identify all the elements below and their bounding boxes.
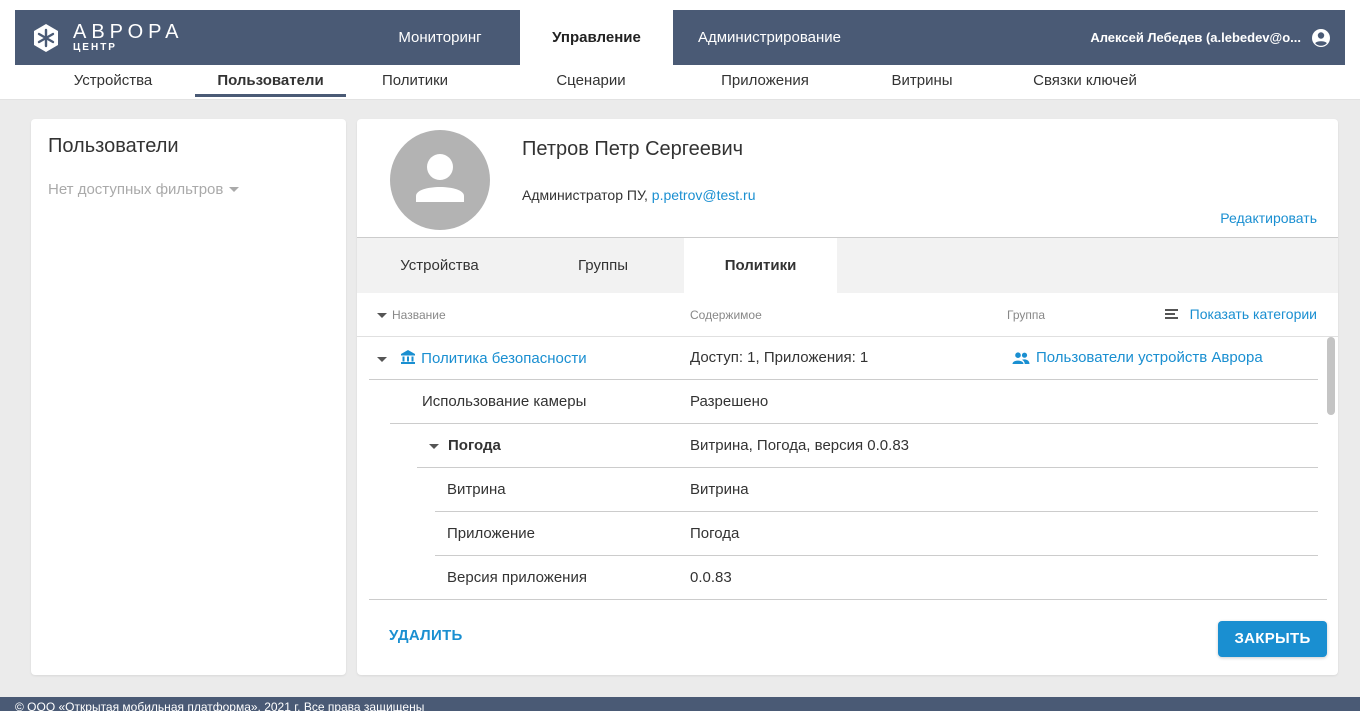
expand-icon[interactable] [377, 356, 387, 362]
avatar [390, 130, 490, 230]
user-role-text: Администратор ПУ, [522, 187, 648, 203]
group-icon [1012, 351, 1030, 364]
brand-logo[interactable]: АВРОРА ЦЕНТР [15, 10, 360, 65]
nav-management[interactable]: Управление [520, 10, 673, 65]
delete-button[interactable]: УДАЛИТЬ [389, 627, 463, 644]
user-email-link[interactable]: p.petrov@test.ru [652, 187, 756, 203]
table-scrollbar[interactable] [1327, 337, 1335, 415]
bank-icon [401, 350, 416, 364]
user-name: Алексей Лебедев (a.lebedev@o... [1090, 30, 1301, 45]
row-name: Использование камеры [422, 393, 587, 410]
column-group-header: Группа [1007, 308, 1046, 322]
subnav-devices[interactable]: Устройства [48, 65, 178, 97]
aurora-logo-icon [31, 23, 61, 53]
sort-down-icon [377, 313, 387, 319]
user-detail-card: Петров Петр Сергеевич Администратор ПУ, … [357, 119, 1338, 675]
row-content: Погода [690, 525, 740, 542]
person-icon [416, 154, 464, 202]
subnav-showcases[interactable]: Витрины [872, 65, 972, 97]
row-name: Версия приложения [447, 569, 587, 586]
edit-button[interactable]: Редактировать [1220, 210, 1317, 226]
subnav-scenarios[interactable]: Сценарии [536, 65, 646, 97]
show-categories-label: Показать категории [1189, 306, 1317, 322]
sub-nav: Устройства Пользователи Политики Сценари… [0, 65, 1360, 100]
column-name-header[interactable]: Название [377, 308, 446, 322]
column-content-header: Содержимое [690, 308, 762, 322]
row-content: 0.0.83 [690, 569, 732, 586]
user-role: Администратор ПУ, p.petrov@test.ru [522, 187, 755, 203]
show-categories-button[interactable]: Показать категории [1164, 306, 1317, 322]
subnav-applications[interactable]: Приложения [695, 65, 835, 97]
chevron-down-icon [229, 187, 240, 192]
table-row[interactable]: Политика безопасности Доступ: 1, Приложе… [369, 337, 1318, 380]
table-row: Витрина Витрина [435, 469, 1318, 512]
user-full-name: Петров Петр Сергеевич [522, 138, 744, 160]
policies-table: Политика безопасности Доступ: 1, Приложе… [357, 337, 1338, 599]
row-content: Разрешено [690, 393, 769, 410]
nav-monitoring[interactable]: Мониторинг [360, 10, 520, 65]
row-name: Погода [429, 437, 501, 454]
top-header: АВРОРА ЦЕНТР Мониторинг Управление Админ… [0, 0, 1360, 65]
expand-icon[interactable] [429, 443, 439, 449]
close-button[interactable]: ЗАКРЫТЬ [1218, 621, 1327, 657]
detail-tabs: Устройства Группы Политики [357, 237, 1338, 294]
divider [369, 599, 1327, 600]
filter-label: Нет доступных фильтров [48, 181, 224, 198]
users-panel-title: Пользователи [48, 135, 179, 157]
policy-name-link[interactable]: Политика безопасности [421, 350, 586, 367]
policy-group-link[interactable]: Пользователи устройств Аврора [1012, 349, 1263, 366]
brand-subtitle: ЦЕНТР [73, 41, 117, 53]
table-row[interactable]: Погода Витрина, Погода, версия 0.0.83 [417, 425, 1318, 468]
table-row: Использование камеры Разрешено [390, 381, 1318, 424]
brand-title: АВРОРА [73, 20, 184, 43]
nav-administration[interactable]: Администрирование [673, 10, 866, 65]
subnav-policies[interactable]: Политики [360, 65, 470, 97]
table-header: Название Содержимое Группа Показать кате… [357, 293, 1338, 337]
subnav-users[interactable]: Пользователи [195, 65, 346, 97]
row-name: Приложение [447, 525, 535, 542]
page-footer: © ООО «Открытая мобильная платформа», 20… [0, 697, 1360, 711]
list-icon [1164, 309, 1178, 319]
tab-groups[interactable]: Группы [522, 238, 684, 293]
main-nav: Мониторинг Управление Администрирование … [360, 10, 1345, 65]
tab-devices[interactable]: Устройства [357, 238, 522, 293]
subnav-keychains[interactable]: Связки ключей [1010, 65, 1160, 97]
table-row: Версия приложения 0.0.83 [435, 557, 1318, 599]
policy-content: Доступ: 1, Приложения: 1 [690, 349, 869, 366]
user-menu[interactable]: Алексей Лебедев (a.lebedev@o... [1090, 10, 1331, 65]
filter-dropdown[interactable]: Нет доступных фильтров [48, 181, 240, 198]
tab-policies[interactable]: Политики [684, 238, 837, 294]
row-content: Витрина [690, 481, 749, 498]
account-circle-icon [1312, 28, 1330, 47]
row-name: Витрина [447, 481, 506, 498]
table-row: Приложение Погода [435, 513, 1318, 556]
users-list-panel: Пользователи Нет доступных фильтров [31, 119, 346, 675]
row-content: Витрина, Погода, версия 0.0.83 [690, 437, 910, 454]
